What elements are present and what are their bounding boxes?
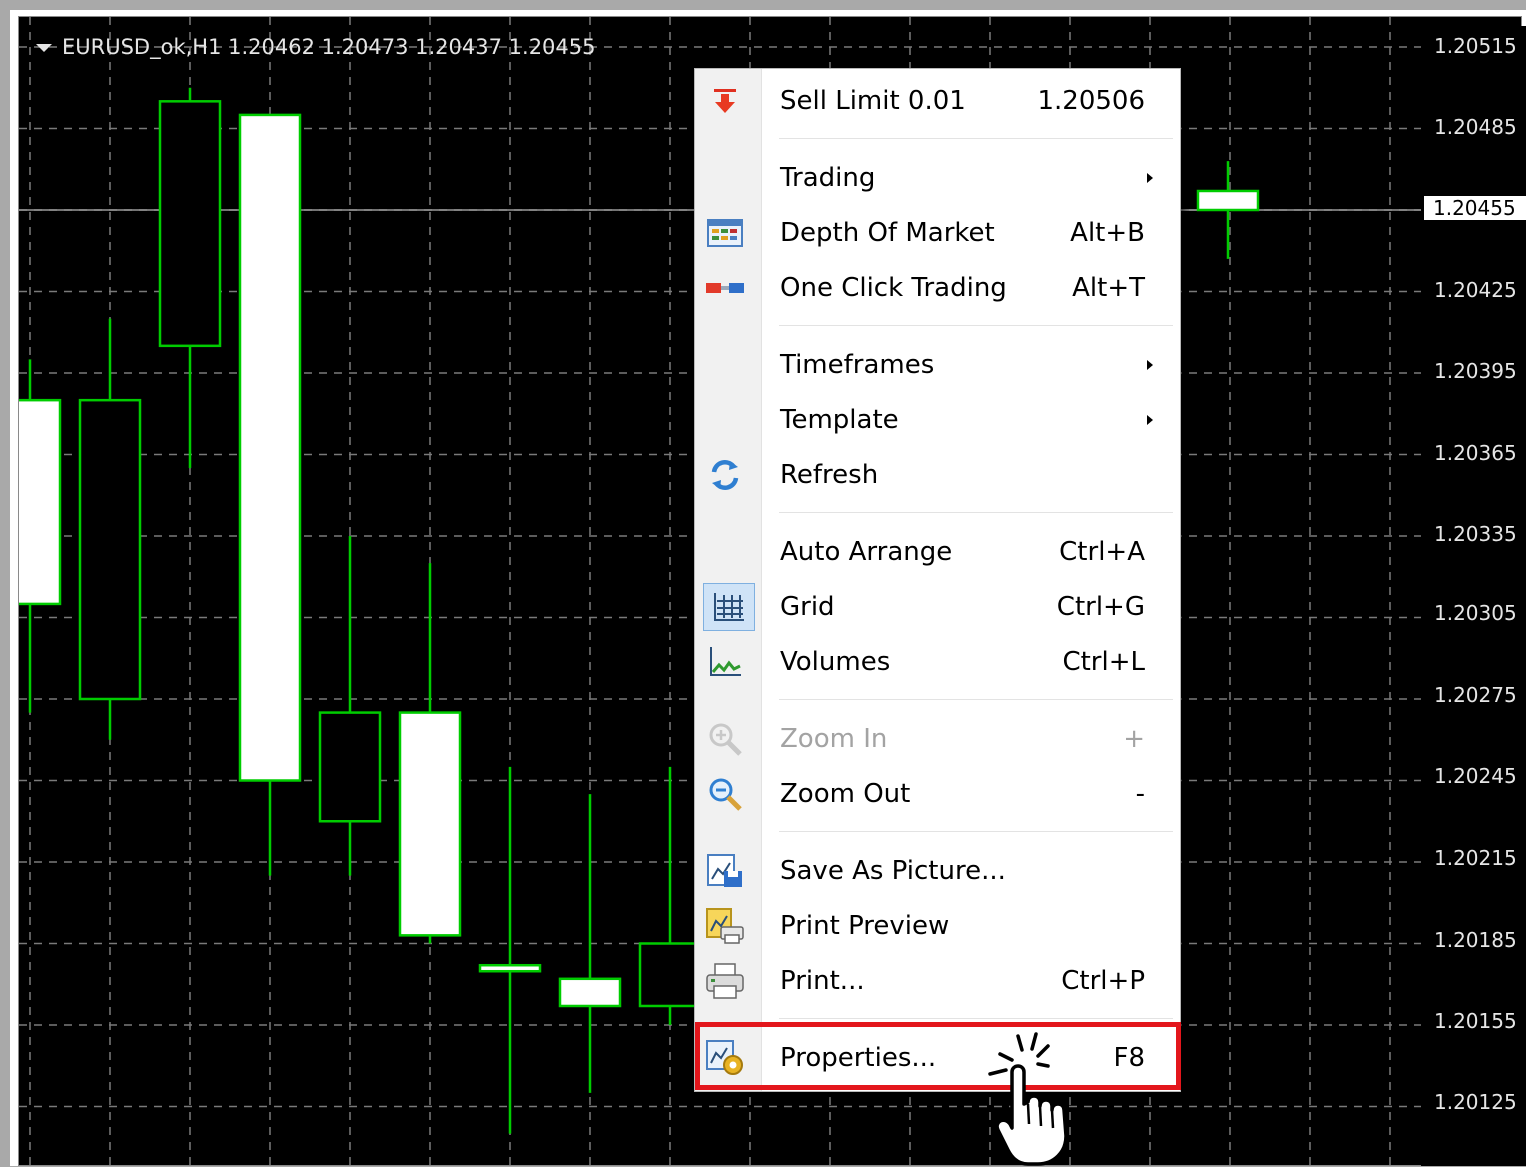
menu-item-shortcut: - [1135, 779, 1145, 809]
menu-item-label: Timeframes [780, 350, 935, 380]
printer-icon [705, 963, 745, 999]
chart-header: EURUSD_ok,H1 1.20462 1.20473 1.20437 1.2… [36, 33, 596, 61]
menu-item-shortcut: Ctrl+A [1059, 537, 1145, 567]
candle-body [398, 711, 462, 937]
menu-item-shortcut: Alt+T [1072, 273, 1145, 303]
menu-item-label: Print... [780, 966, 865, 996]
candle-body [78, 398, 142, 701]
menu-item-label: Zoom Out [780, 779, 911, 809]
menu-separator [779, 699, 1173, 700]
menu-separator [779, 831, 1173, 832]
candle [78, 318, 142, 740]
current-price-label: 1.20455 [1424, 196, 1526, 220]
menu-item-label: Grid [780, 592, 835, 622]
price-label: 1.20245 [1434, 764, 1517, 788]
menu-item-one-click-trading[interactable]: One Click Trading Alt+T [695, 261, 1180, 315]
menu-separator [779, 1018, 1173, 1019]
sell-arrow-icon [705, 83, 745, 119]
sell-limit-price: 1.20506 [1037, 86, 1145, 116]
menu-item-trading[interactable]: Trading [695, 151, 1180, 205]
price-label: 1.20275 [1434, 683, 1517, 707]
price-label: 1.20365 [1434, 441, 1517, 465]
candle-body [1196, 189, 1260, 212]
menu-item-shortcut: Ctrl+P [1061, 966, 1145, 996]
price-label: 1.20425 [1434, 278, 1517, 302]
menu-item-print[interactable]: Print... Ctrl+P [695, 954, 1180, 1008]
candle-body [558, 977, 622, 1008]
menu-item-depth-of-market[interactable]: Depth Of Market Alt+B [695, 206, 1180, 260]
menu-item-label: Volumes [780, 647, 891, 677]
candle-body [638, 942, 702, 1008]
save-picture-icon [705, 853, 745, 889]
candle [478, 766, 542, 1134]
menu-item-label: Trading [780, 163, 876, 193]
price-label: 1.20185 [1434, 928, 1517, 952]
candle [398, 563, 462, 944]
menu-item-refresh[interactable]: Refresh [695, 448, 1180, 502]
menu-item-volumes[interactable]: Volumes Ctrl+L [695, 635, 1180, 689]
properties-highlight-box [695, 1022, 1181, 1090]
candle-body [238, 113, 302, 782]
candle [1196, 161, 1260, 259]
submenu-arrow-icon [1147, 415, 1153, 425]
one-click-trading-icon [705, 270, 745, 306]
menu-item-label: Refresh [780, 460, 879, 490]
chart-context-menu: Sell Limit 0.01 1.20506 Trading Depth Of… [694, 68, 1181, 1092]
menu-separator [779, 512, 1173, 513]
zoom-in-icon [705, 721, 745, 757]
menu-item-sell-limit[interactable]: Sell Limit 0.01 1.20506 [695, 74, 1180, 128]
price-label: 1.20395 [1434, 359, 1517, 383]
price-label: 1.20155 [1434, 1009, 1517, 1033]
menu-item-label: Depth Of Market [780, 218, 995, 248]
sell-limit-label: Sell Limit 0.01 [780, 86, 966, 116]
print-preview-icon [705, 908, 745, 944]
menu-item-label: Zoom In [780, 724, 888, 754]
candle [638, 766, 702, 1025]
zoom-out-icon [705, 776, 745, 812]
menu-item-zoom-in: Zoom In + [695, 712, 1180, 766]
grid-icon [703, 583, 755, 631]
candle-body [318, 711, 382, 823]
price-label: 1.20305 [1434, 601, 1517, 625]
menu-item-zoom-out[interactable]: Zoom Out - [695, 767, 1180, 821]
price-label: 1.20335 [1434, 522, 1517, 546]
menu-item-print-preview[interactable]: Print Preview [695, 899, 1180, 953]
candle [318, 536, 382, 876]
submenu-arrow-icon [1147, 360, 1153, 370]
refresh-icon [705, 457, 745, 493]
symbol-info: EURUSD_ok,H1 1.20462 1.20473 1.20437 1.2… [62, 35, 596, 59]
menu-separator [779, 325, 1173, 326]
menu-item-timeframes[interactable]: Timeframes [695, 338, 1180, 392]
menu-item-label: Print Preview [780, 911, 950, 941]
submenu-arrow-icon [1147, 173, 1153, 183]
menu-item-label: Template [780, 405, 899, 435]
candle [19, 359, 62, 713]
candle-body [478, 963, 542, 973]
price-label: 1.20215 [1434, 846, 1517, 870]
hand-pointer-cursor-icon [988, 1032, 1068, 1166]
candle-body [158, 100, 222, 348]
menu-separator [779, 138, 1173, 139]
candle-body [19, 398, 62, 606]
price-label: 1.20485 [1434, 115, 1517, 139]
menu-item-label: Save As Picture... [780, 856, 1006, 886]
menu-item-shortcut: Alt+B [1070, 218, 1145, 248]
chart-menu-triangle-icon[interactable] [36, 44, 52, 52]
menu-item-shortcut: Ctrl+G [1056, 592, 1145, 622]
menu-item-grid[interactable]: Grid Ctrl+G [695, 580, 1180, 634]
menu-item-template[interactable]: Template [695, 393, 1180, 447]
menu-item-auto-arrange[interactable]: Auto Arrange Ctrl+A [695, 525, 1180, 579]
candle [238, 113, 302, 876]
volumes-icon [705, 644, 745, 680]
menu-item-shortcut: + [1123, 724, 1145, 754]
menu-item-save-as-picture[interactable]: Save As Picture... [695, 844, 1180, 898]
menu-item-label: Auto Arrange [780, 537, 953, 567]
menu-item-label: One Click Trading [780, 273, 1007, 303]
candle [158, 87, 222, 469]
price-label: 1.20515 [1434, 34, 1517, 58]
price-label: 1.20125 [1434, 1090, 1517, 1114]
depth-of-market-icon [705, 215, 745, 251]
menu-item-shortcut: Ctrl+L [1062, 647, 1145, 677]
